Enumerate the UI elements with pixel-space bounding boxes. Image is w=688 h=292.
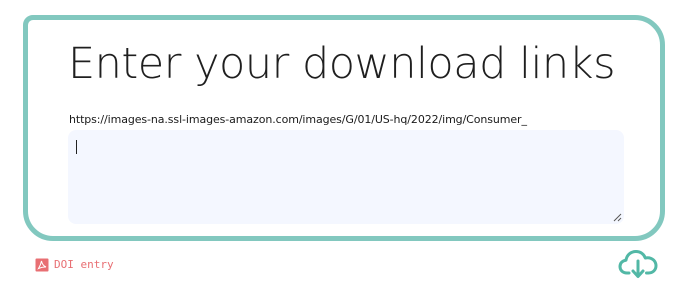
pdf-icon <box>35 258 49 272</box>
download-links-textarea[interactable] <box>68 130 624 224</box>
text-caret <box>76 140 77 154</box>
resize-handle-icon[interactable] <box>613 213 622 222</box>
doi-entry-label: DOI entry <box>54 258 114 271</box>
download-link-entry: https://images-na.ssl-images-amazon.com/… <box>69 113 527 126</box>
doi-entry-link[interactable]: DOI entry <box>35 258 114 272</box>
cloud-download-icon[interactable] <box>618 249 658 279</box>
download-links-card: Enter your download links https://images… <box>23 15 665 241</box>
page-title: Enter your download links <box>68 39 615 89</box>
page: Enter your download links https://images… <box>0 0 688 292</box>
